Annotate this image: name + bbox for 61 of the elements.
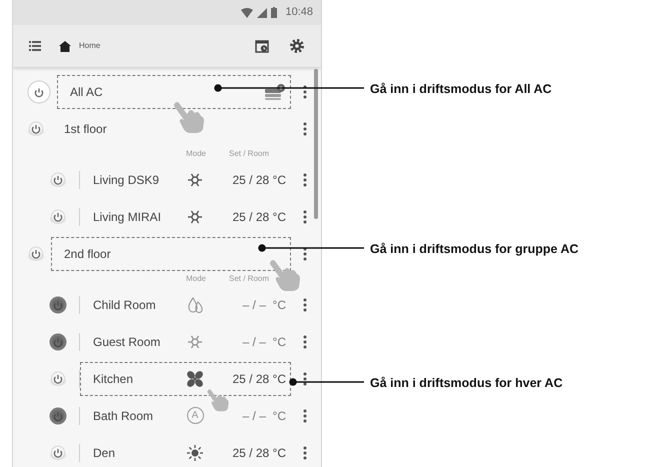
row-label: Child Room — [93, 296, 157, 314]
hand-pointer-icon — [206, 388, 230, 412]
battery-icon — [271, 7, 278, 18]
status-time: 10:48 — [285, 5, 313, 20]
column-header: Set / Room — [228, 148, 270, 160]
power-button[interactable] — [49, 296, 67, 314]
toolbar-title: Home — [79, 40, 102, 52]
home-icon — [59, 40, 71, 52]
more-icon[interactable] — [303, 372, 307, 386]
temperature-reading: 25 / 28 °C — [232, 208, 286, 226]
callout-text: Gå inn i driftsmodus for All AC — [370, 81, 552, 98]
fan-icon — [186, 370, 204, 388]
column-header: Mode — [184, 148, 207, 160]
more-icon[interactable] — [303, 210, 307, 224]
signal-icon — [257, 8, 268, 18]
settings-icon[interactable] — [289, 38, 305, 54]
power-button[interactable] — [27, 244, 45, 262]
power-button[interactable] — [49, 370, 67, 388]
row-label: Guest Room — [93, 334, 162, 350]
row-label: Bath Room — [93, 408, 154, 424]
power-button[interactable] — [49, 208, 67, 226]
temperature-reading: – / – °C — [242, 334, 286, 350]
water-drops-icon — [186, 296, 204, 314]
temperature-reading: 25 / 28 °C — [232, 172, 286, 188]
air-conditioner-icon — [264, 82, 286, 100]
temperature-reading: 25 / 28 °C — [232, 444, 286, 462]
temperature-reading: 25 / 28 °C — [232, 370, 286, 388]
row-label: Den — [93, 444, 116, 462]
column-header: Set / Room — [228, 273, 270, 285]
row-label: Living DSK9 — [93, 172, 160, 188]
more-icon[interactable] — [303, 334, 307, 348]
power-button[interactable] — [27, 120, 45, 138]
row-label: 1st floor — [64, 120, 108, 138]
callout-text: Gå inn i driftsmodus for gruppe AC — [370, 241, 579, 258]
hand-pointer-icon — [172, 100, 206, 134]
power-button[interactable] — [49, 406, 67, 424]
power-button[interactable] — [49, 332, 67, 350]
calendar-clock-icon[interactable] — [255, 39, 269, 53]
temperature-reading: – / – °C — [242, 296, 286, 314]
more-icon[interactable] — [303, 172, 307, 186]
more-icon[interactable] — [303, 246, 307, 260]
row-label: Kitchen — [93, 370, 134, 388]
callout-text: Gå inn i driftsmodus for hver AC — [370, 375, 563, 392]
power-button[interactable] — [27, 80, 51, 104]
more-icon[interactable] — [303, 84, 307, 98]
row-label: Living MIRAI — [93, 208, 162, 226]
temperature-reading: – / – °C — [242, 408, 286, 424]
hand-pointer-icon — [268, 258, 302, 292]
more-icon[interactable] — [303, 408, 307, 422]
column-header: Mode — [184, 273, 207, 285]
power-button[interactable] — [49, 444, 67, 462]
more-icon[interactable] — [303, 446, 307, 460]
sun-icon — [186, 444, 204, 462]
wifi-icon — [241, 8, 254, 18]
more-icon[interactable] — [303, 298, 307, 312]
power-button[interactable] — [49, 170, 67, 188]
row-label: All AC — [70, 84, 104, 100]
row-label: 2nd floor — [64, 246, 112, 262]
menu-icon[interactable] — [29, 41, 41, 51]
auto-mode-icon: A — [186, 407, 204, 424]
more-icon[interactable] — [303, 122, 307, 136]
